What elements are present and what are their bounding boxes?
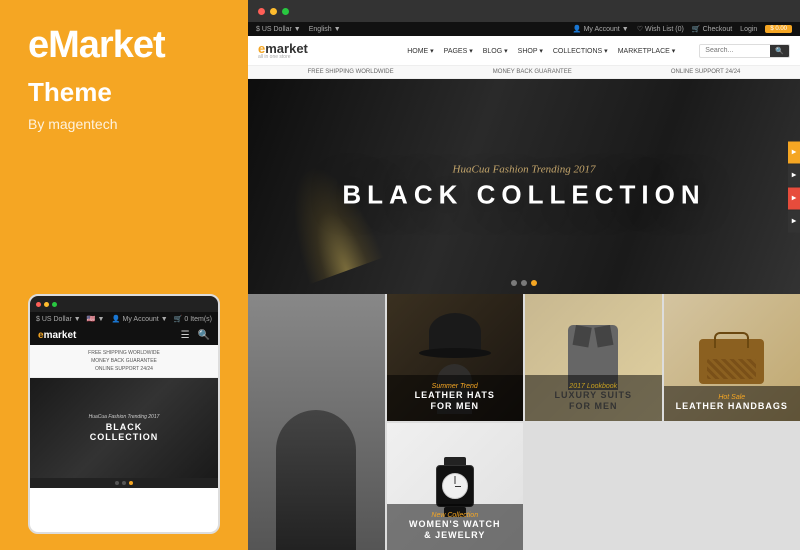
nav-home[interactable]: HOME ▾ bbox=[407, 47, 433, 55]
store-logo: emarket all in one store bbox=[258, 41, 308, 60]
mobile-hero-main: BLACKCOLLECTION bbox=[90, 422, 159, 442]
browser-dot-yellow bbox=[270, 8, 277, 15]
mobile-dot-2 bbox=[122, 481, 126, 485]
watch-tag: New Collection bbox=[395, 512, 516, 519]
right-panel: $ US Dollar ▼ English ▼ 👤 My Account ▼ ♡… bbox=[248, 0, 800, 550]
bag-title: LEATHER HANDBAGS bbox=[672, 401, 793, 413]
store-top-right: 👤 My Account ▼ ♡ Wish List (0) 🛒 Checkou… bbox=[573, 25, 792, 33]
mobile-dot-green bbox=[52, 302, 57, 307]
info-1: FREE SHIPPING WORLDWIDE bbox=[308, 69, 394, 75]
mobile-info-1: FREE SHIPPING WORLDWIDE bbox=[36, 349, 212, 357]
mobile-header-icons: ☰ 🔍 bbox=[181, 330, 210, 341]
browser-dot-red bbox=[258, 8, 265, 15]
mobile-info-strip: FREE SHIPPING WORLDWIDE MONEY BACK GUARA… bbox=[30, 345, 218, 378]
nav-pages[interactable]: PAGES ▾ bbox=[444, 47, 473, 55]
store-main: HuaCua Fashion Trending 2017 BLACK COLLE… bbox=[248, 79, 800, 550]
mobile-toolbar: $ US Dollar ▼ 🇺🇸 ▼ 👤 My Account ▼ 🛒 0 It… bbox=[30, 312, 218, 326]
mobile-account: 👤 My Account ▼ bbox=[112, 315, 168, 323]
mobile-hero-script: HuaCua Fashion Trending 2017 bbox=[89, 414, 160, 420]
hero-text-container: HuaCua Fashion Trending 2017 BLACK COLLE… bbox=[342, 163, 705, 210]
by-label: By magentech bbox=[28, 116, 220, 132]
store-register[interactable]: $ 0.00 bbox=[765, 25, 792, 33]
mobile-mockup: $ US Dollar ▼ 🇺🇸 ▼ 👤 My Account ▼ 🛒 0 It… bbox=[28, 294, 220, 534]
mobile-info-2: MONEY BACK GUARANTEE bbox=[36, 357, 212, 365]
bag-overlay: Hot Sale LEATHER HANDBAGS bbox=[664, 386, 800, 421]
store-wishlist[interactable]: ♡ Wish List (0) bbox=[637, 25, 684, 33]
mobile-flag: 🇺🇸 ▼ bbox=[87, 315, 105, 323]
hero-btn-dark2[interactable]: ▶ bbox=[788, 210, 800, 232]
hero-btn-red[interactable]: ▶ bbox=[788, 187, 800, 209]
hero-section: HuaCua Fashion Trending 2017 BLACK COLLE… bbox=[248, 79, 800, 294]
store-top-left: $ US Dollar ▼ English ▼ bbox=[256, 26, 341, 33]
browser-chrome bbox=[248, 0, 800, 22]
hero-sidebar-buttons: ▶ ▶ ▶ ▶ bbox=[788, 141, 800, 232]
store-search-button[interactable]: 🔍 bbox=[770, 45, 789, 57]
mobile-info-3: ONLINE SUPPORT 24/24 bbox=[36, 365, 212, 373]
mobile-menu-icon[interactable]: ☰ bbox=[181, 330, 190, 341]
mobile-logo: emarket bbox=[38, 330, 76, 341]
hero-dots bbox=[511, 280, 537, 286]
suit-overlay: 2017 Lookbook LUXURY SUITSFOR MEN bbox=[525, 375, 662, 421]
suit-tag: 2017 Lookbook bbox=[533, 383, 654, 390]
theme-label: Theme bbox=[28, 77, 220, 108]
watch-title: WOMEN'S WATCH& JEWELRY bbox=[395, 519, 516, 542]
product-card-suit[interactable]: 2017 Lookbook LUXURY SUITSFOR MEN bbox=[525, 294, 662, 421]
store-nav-links: HOME ▾ PAGES ▾ BLOG ▾ SHOP ▾ COLLECTIONS… bbox=[407, 47, 675, 55]
store-search-bar: 🔍 bbox=[699, 44, 790, 58]
store-info-strip: FREE SHIPPING WORLDWIDE MONEY BACK GUARA… bbox=[248, 66, 800, 79]
hats-title: LEATHER HATSFOR MEN bbox=[395, 390, 516, 413]
product-card-hats[interactable]: Summer Trend LEATHER HATSFOR MEN bbox=[387, 294, 524, 421]
mobile-dot-yellow bbox=[44, 302, 49, 307]
mobile-dot-red bbox=[36, 302, 41, 307]
bag-tag: Hot Sale bbox=[672, 394, 793, 401]
mobile-hero-bg: HuaCua Fashion Trending 2017 BLACKCOLLEC… bbox=[30, 378, 218, 478]
mobile-cart: 🛒 0 Item(s) bbox=[174, 315, 212, 323]
mobile-header-bar: emarket ☰ 🔍 bbox=[30, 326, 218, 345]
hero-dot-2[interactable] bbox=[521, 280, 527, 286]
store-account[interactable]: 👤 My Account ▼ bbox=[573, 25, 629, 33]
info-2: MONEY BACK GUARANTEE bbox=[493, 69, 572, 75]
mobile-currency: $ US Dollar ▼ bbox=[36, 316, 81, 323]
browser-dot-green bbox=[282, 8, 289, 15]
store-checkout[interactable]: 🛒 Checkout bbox=[692, 25, 732, 33]
store-language[interactable]: English ▼ bbox=[309, 26, 341, 33]
mobile-hero: HuaCua Fashion Trending 2017 BLACKCOLLEC… bbox=[30, 378, 218, 478]
hero-bg: HuaCua Fashion Trending 2017 BLACK COLLE… bbox=[248, 79, 800, 294]
product-card-watch[interactable]: New Collection WOMEN'S WATCH& JEWELRY bbox=[387, 423, 524, 550]
mobile-search-icon[interactable]: 🔍 bbox=[198, 330, 210, 341]
hero-btn-dark[interactable]: ▶ bbox=[788, 164, 800, 186]
store-navbar: emarket all in one store HOME ▾ PAGES ▾ … bbox=[248, 36, 800, 66]
hero-script-text: HuaCua Fashion Trending 2017 bbox=[342, 163, 705, 175]
nav-shop[interactable]: SHOP ▾ bbox=[518, 47, 543, 55]
product-card-person[interactable] bbox=[248, 294, 385, 550]
brand-title: eMarket bbox=[28, 24, 220, 67]
store-top-bar: $ US Dollar ▼ English ▼ 👤 My Account ▼ ♡… bbox=[248, 22, 800, 36]
product-grid: Summer Trend LEATHER HATSFOR MEN bbox=[248, 294, 800, 550]
product-card-bag[interactable]: Hot Sale LEATHER HANDBAGS bbox=[664, 294, 800, 421]
nav-collections[interactable]: COLLECTIONS ▾ bbox=[553, 47, 608, 55]
info-3: ONLINE SUPPORT 24/24 bbox=[671, 69, 740, 75]
watch-overlay: New Collection WOMEN'S WATCH& JEWELRY bbox=[387, 504, 524, 550]
hats-tag: Summer Trend bbox=[395, 383, 516, 390]
hero-dot-1[interactable] bbox=[511, 280, 517, 286]
hero-dot-3[interactable] bbox=[531, 280, 537, 286]
suit-title: LUXURY SUITSFOR MEN bbox=[533, 390, 654, 413]
store-login[interactable]: Login bbox=[740, 26, 757, 33]
hero-btn-orange[interactable]: ▶ bbox=[788, 141, 800, 163]
store-currency[interactable]: $ US Dollar ▼ bbox=[256, 26, 301, 33]
store-search-input[interactable] bbox=[700, 45, 770, 56]
mobile-dot-1 bbox=[115, 481, 119, 485]
nav-blog[interactable]: BLOG ▾ bbox=[483, 47, 508, 55]
left-panel: eMarket Theme By magentech $ US Dollar ▼… bbox=[0, 0, 248, 550]
mobile-dot-3-active bbox=[129, 481, 133, 485]
hero-main-text: BLACK COLLECTION bbox=[342, 179, 705, 210]
nav-marketplace[interactable]: MARKETPLACE ▾ bbox=[618, 47, 676, 55]
hats-overlay: Summer Trend LEATHER HATSFOR MEN bbox=[387, 375, 524, 421]
mobile-hero-dots bbox=[30, 478, 218, 488]
mobile-top-bar bbox=[30, 296, 218, 312]
